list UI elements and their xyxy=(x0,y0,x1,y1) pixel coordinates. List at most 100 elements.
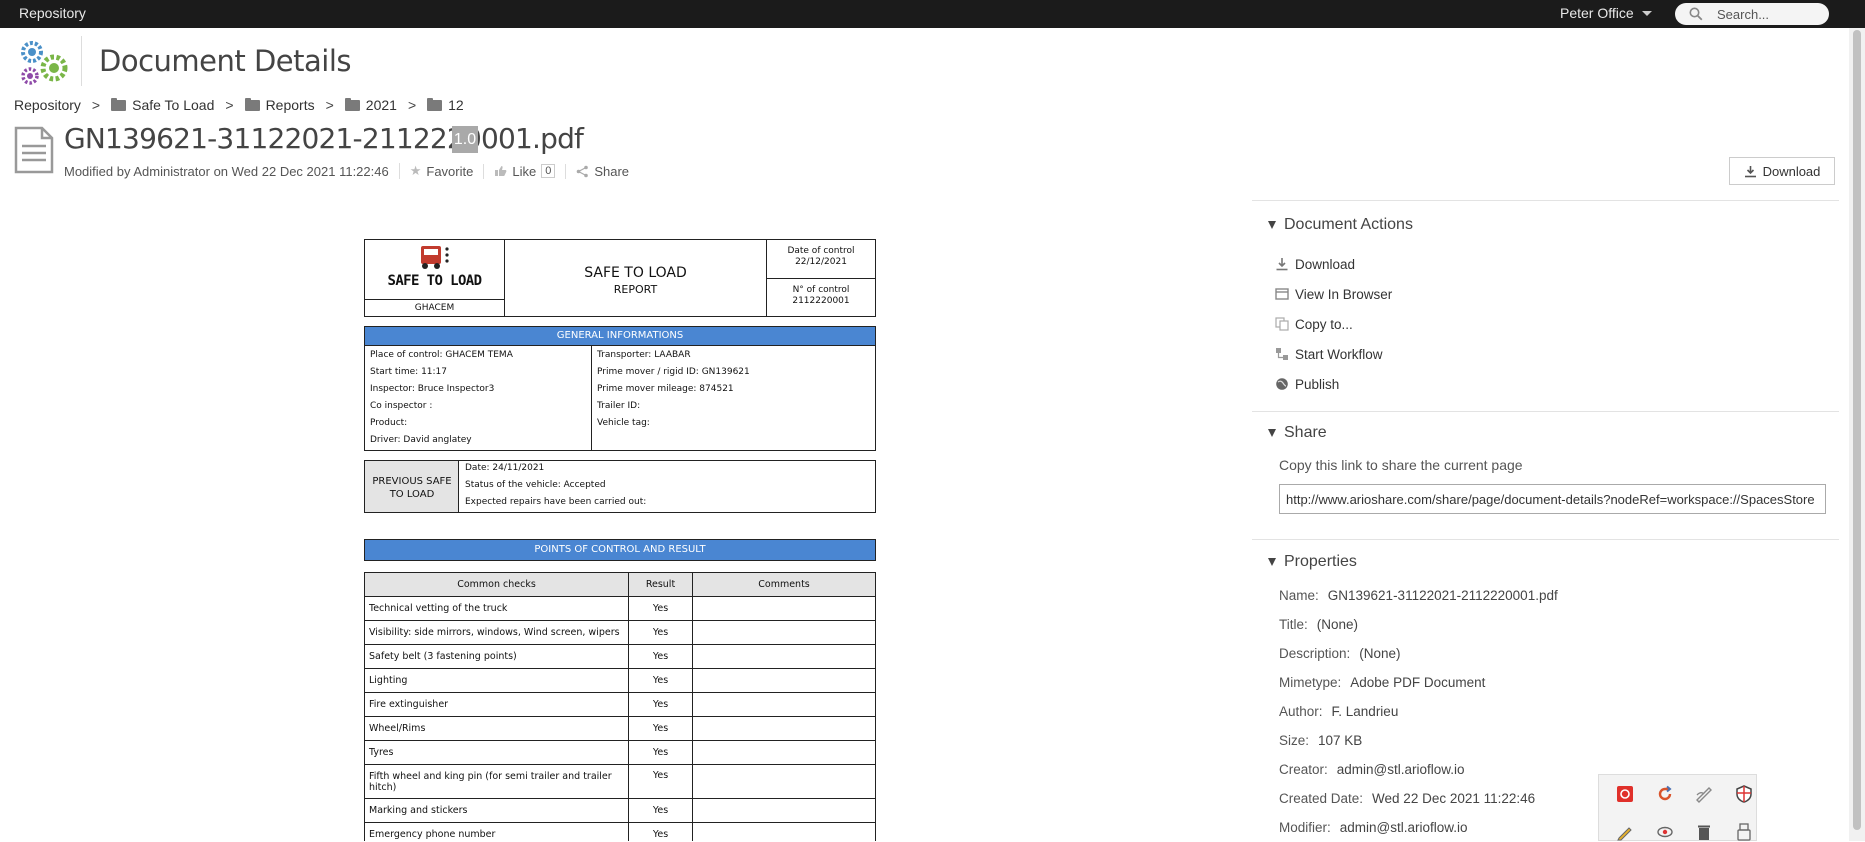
action-label: Copy to... xyxy=(1295,316,1353,332)
breadcrumb-item-2021[interactable]: 2021 xyxy=(344,97,397,113)
like-count: 0 xyxy=(541,164,556,178)
pdf-previous-line: Status of the vehicle: Accepted xyxy=(465,480,606,490)
table-cell xyxy=(692,644,876,669)
refresh-icon[interactable] xyxy=(1656,785,1674,803)
properties-section-header[interactable]: Properties xyxy=(1252,553,1357,571)
share-button[interactable]: Share xyxy=(565,163,630,179)
document-preview[interactable]: SAFE TO LOAD GHACEM SAFE TO LOAD REPORT … xyxy=(0,200,1250,841)
breadcrumb-item-reports[interactable]: Reports xyxy=(244,97,315,113)
property-value: GN139621-31122021-2112220001.pdf xyxy=(1327,588,1558,603)
breadcrumb-separator: > xyxy=(91,97,101,113)
property-mimetype: Mimetype: Adobe PDF Document xyxy=(1252,668,1558,697)
pdf-red-icon[interactable] xyxy=(1616,785,1634,803)
property-size: Size: 107 KB xyxy=(1252,726,1558,755)
properties-list: Name: GN139621-31122021-2112220001.pdf Ti… xyxy=(1252,581,1558,842)
star-icon: ★ xyxy=(409,163,422,178)
shield-icon[interactable] xyxy=(1735,785,1753,803)
pdf-info-line: Product: xyxy=(370,418,408,428)
collapse-triangle-icon xyxy=(1268,221,1276,229)
workflow-icon xyxy=(1276,348,1288,360)
action-download[interactable]: Download xyxy=(1252,249,1392,279)
share-link-input[interactable] xyxy=(1279,484,1826,514)
table-cell: Yes xyxy=(628,798,693,823)
pdf-general-info-box: Place of control: GHACEM TEMA Start time… xyxy=(364,345,876,451)
pdf-logo-divider xyxy=(365,299,504,300)
download-button[interactable]: Download xyxy=(1729,157,1835,185)
table-row: Emergency phone number Yes xyxy=(364,822,876,841)
pdf-date-box: Date of control 22/12/2021 xyxy=(766,239,876,279)
table-cell xyxy=(692,716,876,741)
chevron-down-icon xyxy=(1641,10,1652,16)
table-cell: Visibility: side mirrors, windows, Wind … xyxy=(364,620,629,645)
search-input[interactable]: Search... xyxy=(1675,3,1829,25)
pdf-right-info: Transporter: LAABAR Prime mover / rigid … xyxy=(597,350,750,435)
property-description: Description: (None) xyxy=(1252,639,1558,668)
collapse-triangle-icon xyxy=(1268,558,1276,566)
like-button[interactable]: Like 0 xyxy=(483,163,556,179)
floating-toolbar xyxy=(1598,774,1757,841)
table-row: Technical vetting of the truck Yes xyxy=(364,596,876,621)
repository-link[interactable]: Repository xyxy=(19,5,86,21)
document-icon xyxy=(14,126,54,174)
trash-icon[interactable] xyxy=(1695,823,1713,841)
breadcrumb-separator: > xyxy=(225,97,234,113)
pdf-previous-label-cell: PREVIOUS SAFE TO LOAD xyxy=(365,461,459,512)
action-start-workflow[interactable]: Start Workflow xyxy=(1252,339,1392,369)
table-cell: Technical vetting of the truck xyxy=(364,596,629,621)
eye-icon[interactable] xyxy=(1656,823,1674,841)
scrollbar-thumb[interactable] xyxy=(1853,30,1861,830)
breadcrumb-item-12[interactable]: 12 xyxy=(427,97,464,113)
breadcrumb: Repository > Safe To Load > Reports > 20… xyxy=(14,97,464,113)
table-cell: Yes xyxy=(628,822,693,841)
document-actions-header[interactable]: Document Actions xyxy=(1252,216,1413,234)
action-copy-to[interactable]: Copy to... xyxy=(1252,309,1392,339)
action-label: Download xyxy=(1295,256,1356,272)
usb-icon[interactable] xyxy=(1735,823,1753,841)
table-cell: Lighting xyxy=(364,668,629,693)
table-cell xyxy=(692,620,876,645)
globe-publish-icon xyxy=(1276,378,1288,390)
share-label: Share xyxy=(594,163,630,179)
page-scrollbar[interactable] xyxy=(1849,28,1865,841)
folder-icon xyxy=(427,97,443,111)
section-divider xyxy=(1252,539,1839,540)
download-icon xyxy=(1276,258,1288,271)
property-value: Adobe PDF Document xyxy=(1350,675,1486,690)
sign-pen-icon[interactable] xyxy=(1695,785,1713,803)
breadcrumb-item-safe-to-load[interactable]: Safe To Load xyxy=(111,97,214,113)
table-cell xyxy=(692,668,876,693)
table-header-row: Common checks Result Comments xyxy=(364,572,876,597)
collapse-triangle-icon xyxy=(1268,429,1276,437)
share-description: Copy this link to share the current page xyxy=(1279,457,1523,473)
breadcrumb-item-repository[interactable]: Repository xyxy=(14,97,81,113)
table-cell: Yes xyxy=(628,644,693,669)
property-label: Size: xyxy=(1279,733,1310,748)
table-cell xyxy=(692,596,876,621)
table-cell xyxy=(692,822,876,841)
pdf-subtitle: REPORT xyxy=(613,283,658,296)
property-label: Mimetype: xyxy=(1279,675,1342,690)
favorite-button[interactable]: ★ Favorite xyxy=(398,163,474,179)
table-cell: Yes xyxy=(628,692,693,717)
action-view-in-browser[interactable]: View In Browser xyxy=(1252,279,1392,309)
property-label: Author: xyxy=(1279,704,1323,719)
share-section-header[interactable]: Share xyxy=(1252,424,1327,442)
action-publish[interactable]: Publish xyxy=(1252,369,1392,399)
favorite-label: Favorite xyxy=(426,163,474,179)
pdf-info-line: Transporter: LAABAR xyxy=(597,350,691,360)
pdf-info-divider xyxy=(591,346,592,450)
table-row: Lighting Yes xyxy=(364,668,876,693)
pdf-info-line: Prime mover mileage: 874521 xyxy=(597,384,734,394)
table-row: Visibility: side mirrors, windows, Wind … xyxy=(364,620,876,645)
property-label: Creator: xyxy=(1279,762,1328,777)
pencil-icon[interactable] xyxy=(1616,823,1634,841)
pdf-logo-box: SAFE TO LOAD GHACEM xyxy=(364,239,505,317)
property-value: Wed 22 Dec 2021 11:22:46 xyxy=(1372,791,1536,806)
property-creator: Creator: admin@stl.arioflow.io xyxy=(1252,755,1558,784)
property-label: Created Date: xyxy=(1279,791,1364,806)
user-menu[interactable]: Peter Office xyxy=(1560,5,1652,21)
table-cell: Wheel/Rims xyxy=(364,716,629,741)
section-divider xyxy=(1252,200,1839,201)
modified-info: Modified by Administrator on Wed 22 Dec … xyxy=(64,163,389,179)
pdf-info-line: Start time: 11:17 xyxy=(370,367,448,377)
